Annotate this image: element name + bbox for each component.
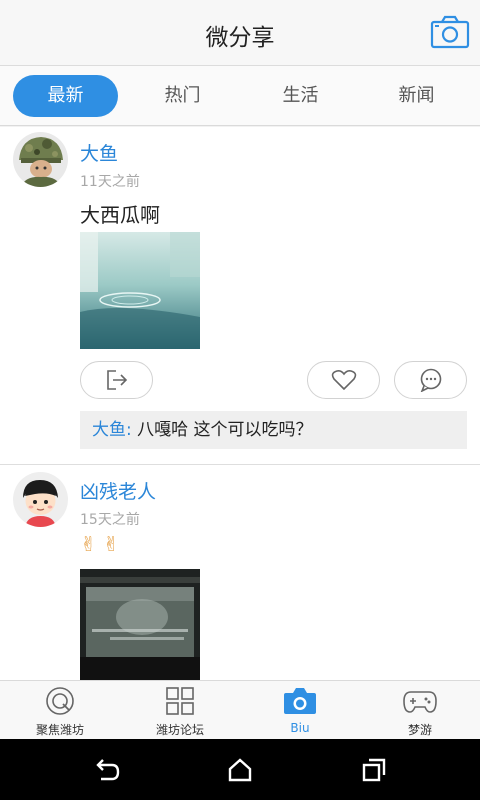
comment-text: 八嘎哈 这个可以吃吗？ <box>131 420 313 440</box>
back-icon <box>96 759 120 781</box>
camera-icon <box>430 15 470 49</box>
back-button[interactable] <box>93 757 121 783</box>
tab-news[interactable]: 新闻 <box>364 75 469 117</box>
post-time: 11天之前 <box>80 174 140 190</box>
like-button[interactable] <box>307 361 380 399</box>
share-button[interactable] <box>80 361 153 399</box>
avatar[interactable] <box>13 472 68 527</box>
comment-username[interactable]: 大鱼: <box>92 420 132 440</box>
nav-label: 聚焦潍坊 <box>35 723 84 737</box>
post-feed[interactable]: 大鱼 11天之前 大西瓜啊 大鱼: 八嘎哈 这个可以吃吗？ 凶残老人 15天之前… <box>0 127 480 680</box>
post-card: 大鱼 11天之前 大西瓜啊 大鱼: 八嘎哈 这个可以吃吗？ <box>0 127 480 465</box>
post-text: 大西瓜啊 <box>80 203 160 227</box>
bottom-nav: 聚焦潍坊 潍坊论坛 Biu 梦游 <box>0 680 480 739</box>
screen-photo <box>80 569 200 680</box>
system-nav-bar <box>0 739 480 800</box>
nav-forum[interactable]: 潍坊论坛 <box>120 681 240 740</box>
share-icon <box>106 370 127 390</box>
nav-dream[interactable]: 梦游 <box>360 681 480 740</box>
recents-button[interactable] <box>360 757 388 783</box>
comment-button[interactable] <box>394 361 467 399</box>
heart-icon <box>331 370 356 391</box>
category-tabs: 最新 热门 生活 新闻 <box>0 66 480 126</box>
nav-label: 潍坊论坛 <box>155 723 204 737</box>
page-title: 微分享 <box>205 25 275 51</box>
water-drop-photo <box>80 232 200 349</box>
gamepad-icon <box>403 691 437 713</box>
focus-icon <box>46 687 74 715</box>
home-button[interactable] <box>226 757 254 783</box>
cartoon-kid-avatar-icon <box>13 472 68 527</box>
home-icon <box>228 758 252 782</box>
nav-label: 梦游 <box>407 723 432 737</box>
post-time: 15天之前 <box>80 512 140 528</box>
post-card: 凶残老人 15天之前 ✌✌ <box>0 472 480 680</box>
avatar[interactable] <box>13 132 68 187</box>
app: 微分享 最新 热门 生活 新闻 大鱼 11天之前 大西瓜啊 大鱼: 八嘎哈 这个… <box>0 0 480 800</box>
nav-focus[interactable]: 聚焦潍坊 <box>0 681 120 740</box>
tab-life[interactable]: 生活 <box>248 75 353 117</box>
tab-hot[interactable]: 热门 <box>130 75 235 117</box>
post-username[interactable]: 大鱼 <box>80 139 118 166</box>
comment-icon <box>420 368 441 392</box>
post-image[interactable] <box>80 569 200 680</box>
post-username[interactable]: 凶残老人 <box>80 477 156 504</box>
top-bar: 微分享 <box>0 0 480 66</box>
recents-icon <box>362 758 386 782</box>
tab-latest[interactable]: 最新 <box>13 75 118 117</box>
nav-label: Biu <box>290 721 310 735</box>
soldier-avatar-icon <box>13 132 68 187</box>
camera-icon <box>284 688 316 714</box>
post-image[interactable] <box>80 232 200 349</box>
nav-biu[interactable]: Biu <box>240 681 360 740</box>
post-text: ✌✌ <box>80 532 126 556</box>
grid-icon <box>166 687 194 715</box>
camera-button[interactable] <box>430 14 470 50</box>
comment-item: 大鱼: 八嘎哈 这个可以吃吗？ <box>80 411 467 449</box>
